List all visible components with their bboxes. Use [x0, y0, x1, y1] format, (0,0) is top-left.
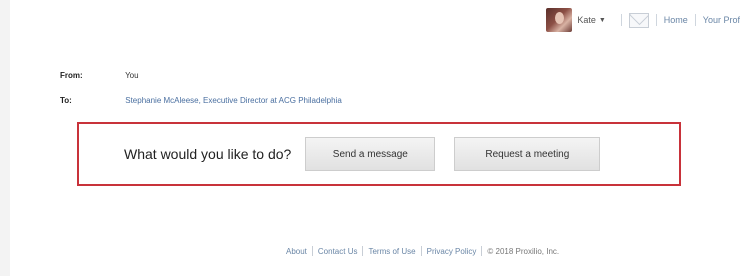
footer-link-terms[interactable]: Terms of Use: [368, 247, 415, 256]
send-message-button[interactable]: Send a message: [305, 137, 436, 171]
recipient-link[interactable]: Stephanie McAleese, Executive Director a…: [125, 96, 342, 105]
mail-icon[interactable]: [628, 12, 649, 28]
action-box: What would you like to do? Send a messag…: [77, 122, 681, 186]
action-prompt: What would you like to do?: [124, 146, 292, 162]
footer-divider: [362, 246, 364, 256]
footer-divider: [311, 246, 313, 256]
to-row: To: Stephanie McAleese, Executive Direct…: [60, 96, 342, 105]
nav-divider: [620, 14, 622, 26]
from-row: From: You: [60, 71, 139, 80]
footer: About Contact Us Terms of Use Privacy Po…: [286, 246, 559, 256]
footer-divider: [420, 246, 422, 256]
footer-divider: [481, 246, 483, 256]
from-label: From:: [60, 71, 83, 80]
top-nav: Kate ▼ Home Your Prof: [546, 7, 740, 33]
copyright: © 2018 Proxilio, Inc.: [487, 246, 560, 256]
nav-divider: [655, 14, 657, 26]
footer-link-contact[interactable]: Contact Us: [318, 247, 358, 256]
to-label: To:: [60, 96, 72, 105]
nav-link-home[interactable]: Home: [664, 15, 688, 25]
footer-link-privacy[interactable]: Privacy Policy: [427, 247, 477, 256]
page: Kate ▼ Home Your Prof From: You To: Step…: [10, 0, 740, 276]
avatar-face: [555, 12, 565, 24]
avatar[interactable]: [546, 8, 573, 32]
user-name: Kate: [577, 15, 596, 25]
nav-link-profile[interactable]: Your Prof: [703, 15, 740, 25]
user-menu[interactable]: Kate ▼: [577, 15, 605, 25]
footer-link-about[interactable]: About: [286, 247, 307, 256]
chevron-down-icon: ▼: [598, 16, 606, 24]
from-value: You: [125, 71, 139, 80]
nav-divider: [694, 14, 696, 26]
request-meeting-button[interactable]: Request a meeting: [454, 137, 601, 171]
